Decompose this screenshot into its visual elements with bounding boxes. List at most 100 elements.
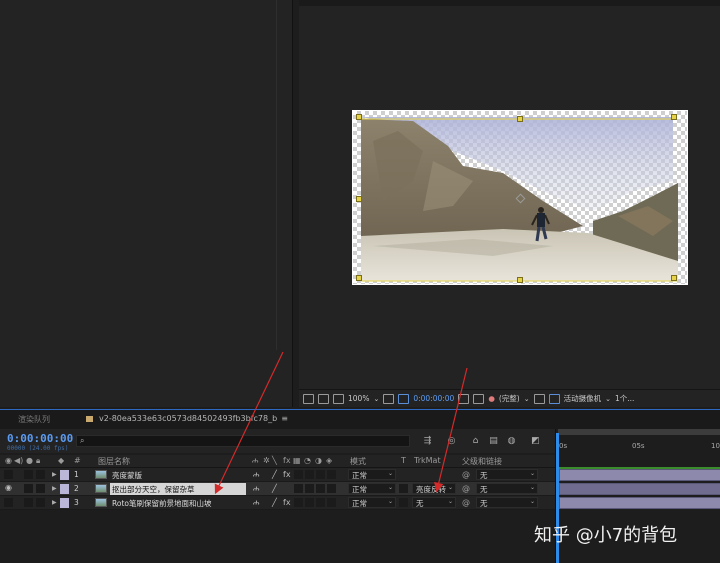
visibility-toggle[interactable] xyxy=(4,470,13,479)
mode-dropdown[interactable]: 正常 ⌄ xyxy=(348,483,396,494)
quality-switch-icon[interactable]: ╱ xyxy=(272,484,277,493)
mask-visibility-icon[interactable] xyxy=(398,393,410,404)
layer-duration-bar[interactable] xyxy=(559,483,720,495)
camera-select[interactable]: 活动摄像机 xyxy=(564,393,602,404)
column-layer-name[interactable]: 图层名称 xyxy=(98,456,130,467)
mode-dropdown[interactable]: 正常 ⌄ xyxy=(348,497,396,508)
layer-duration-bar[interactable] xyxy=(559,497,720,509)
transform-handle[interactable] xyxy=(356,275,362,281)
parent-pickwhip-icon[interactable]: @ xyxy=(462,498,470,507)
frame-blending-icon[interactable]: ▤ xyxy=(488,436,499,446)
eye-icon[interactable]: ◉ xyxy=(5,456,12,465)
shy-switch-icon[interactable]: ሐ xyxy=(253,470,259,480)
layer-duration-bar[interactable] xyxy=(559,469,720,481)
trkmat-dropdown[interactable]: 无 ⌄ xyxy=(412,497,456,508)
chevron-down-icon[interactable]: ⌄ xyxy=(524,395,530,403)
frame-blend-switch[interactable] xyxy=(294,498,303,507)
label-color-swatch[interactable] xyxy=(60,470,69,480)
composition-frame[interactable] xyxy=(352,110,688,285)
frame-blend-switch[interactable] xyxy=(294,470,303,479)
expand-triangle-icon[interactable]: ▶ xyxy=(52,471,57,478)
eye-icon[interactable]: ◉ xyxy=(5,483,12,492)
zoom-select[interactable]: 100% xyxy=(348,394,369,403)
parent-dropdown[interactable]: 无 ⌄ xyxy=(476,469,538,480)
visibility-toggle[interactable] xyxy=(4,498,13,507)
label-tag-icon[interactable]: ◆ xyxy=(58,456,64,465)
vr-goggles-icon[interactable] xyxy=(333,393,344,404)
solo-toggle[interactable] xyxy=(24,470,33,479)
region-of-interest-icon[interactable] xyxy=(533,393,545,404)
transform-handle[interactable] xyxy=(671,275,677,281)
3d-switch[interactable] xyxy=(327,484,336,493)
snapshot-camera-icon[interactable] xyxy=(458,393,470,404)
transform-handle[interactable] xyxy=(517,116,523,122)
layer-row[interactable]: ▶ 3 Roto笔刷保留前景地面和山坡 ሐ ╱ fx 正常 ⌄ 无 ⌄ @ 无 ⌄ xyxy=(0,496,555,510)
parent-pickwhip-icon[interactable]: @ xyxy=(462,484,470,493)
column-trkmat[interactable]: TrkMat xyxy=(414,456,441,465)
adjustment-switch[interactable] xyxy=(316,484,325,493)
solo-icon[interactable]: ● xyxy=(26,456,33,465)
quality-switch-icon[interactable]: ╱ xyxy=(272,498,277,507)
chevron-down-icon[interactable]: ⌄ xyxy=(373,395,379,403)
fx-switch-icon[interactable]: fx xyxy=(283,498,291,507)
current-time-display[interactable]: 0:00:00:00 xyxy=(7,432,73,445)
motion-blur-switch[interactable] xyxy=(305,484,314,493)
always-preview-icon[interactable] xyxy=(303,393,314,404)
motion-blur-switch[interactable] xyxy=(305,498,314,507)
transparency-grid-icon[interactable] xyxy=(548,393,560,404)
tab-render-queue[interactable]: 渲染队列 xyxy=(18,414,50,425)
safe-area-icon[interactable] xyxy=(383,393,395,404)
lock-toggle[interactable] xyxy=(36,470,45,479)
3d-switch[interactable] xyxy=(327,470,336,479)
shy-layers-icon[interactable]: ⌂ xyxy=(470,436,481,446)
parent-dropdown[interactable]: 无 ⌄ xyxy=(476,483,538,494)
transform-handle[interactable] xyxy=(671,114,677,120)
expand-triangle-icon[interactable]: ▶ xyxy=(52,485,57,492)
panel-splitter[interactable] xyxy=(276,0,277,350)
frame-blend-switch[interactable] xyxy=(294,484,303,493)
transform-handle[interactable] xyxy=(517,277,523,283)
layer-name-edit-field[interactable]: 抠出部分天空，保留杂草 xyxy=(110,483,246,495)
motion-blur-switch[interactable] xyxy=(305,470,314,479)
layer-search-input[interactable]: ⌕ xyxy=(76,435,410,447)
draft-3d-icon[interactable]: ◎ xyxy=(446,436,457,446)
lock-toggle[interactable] xyxy=(36,484,45,493)
viewer-timecode[interactable]: 0:00:00:00 xyxy=(413,394,454,403)
composition-mini-flowchart-icon[interactable]: ⇶ xyxy=(422,436,433,446)
label-color-swatch[interactable] xyxy=(60,484,69,494)
layer-name[interactable]: Roto笔刷保留前景地面和山坡 xyxy=(110,497,214,509)
graph-editor-icon[interactable]: ◩ xyxy=(530,436,541,446)
audio-icon[interactable]: ◀) xyxy=(14,456,23,465)
preserve-transparency-toggle[interactable] xyxy=(399,484,408,493)
column-mode[interactable]: 模式 xyxy=(350,456,366,467)
quality-switch-icon[interactable]: ╱ xyxy=(272,470,277,479)
3d-switch[interactable] xyxy=(327,498,336,507)
parent-pickwhip-icon[interactable]: @ xyxy=(462,470,470,479)
mode-dropdown[interactable]: 正常 ⌄ xyxy=(348,469,396,480)
tab-composition[interactable]: v2-80ea533e63c0573d84502493fb3bfc78_b ≡ xyxy=(86,414,288,423)
solo-toggle[interactable] xyxy=(24,484,33,493)
fx-switch-icon[interactable]: fx xyxy=(283,470,291,479)
transform-handle[interactable] xyxy=(356,196,362,202)
layer-name[interactable]: 亮度蒙版 xyxy=(110,469,144,481)
monitor-icon[interactable] xyxy=(318,393,329,404)
label-color-swatch[interactable] xyxy=(60,498,69,508)
preserve-transparency-toggle[interactable] xyxy=(399,498,408,507)
parent-dropdown[interactable]: 无 ⌄ xyxy=(476,497,538,508)
views-select[interactable]: 1个... xyxy=(615,393,634,404)
lock-toggle[interactable] xyxy=(36,498,45,507)
shy-switch-icon[interactable]: ሐ xyxy=(253,498,259,508)
shy-switch-icon[interactable]: ሐ xyxy=(253,484,259,494)
chevron-down-icon[interactable]: ⌄ xyxy=(605,395,611,403)
layer-row[interactable]: ▶ 1 亮度蒙版 ሐ ╱ fx 正常 ⌄ @ 无 ⌄ xyxy=(0,468,555,482)
channel-rgb-icon[interactable]: ● xyxy=(488,394,495,403)
tab-menu-icon[interactable]: ≡ xyxy=(281,414,288,423)
transform-handle[interactable] xyxy=(356,114,362,120)
resolution-select[interactable]: (完整) xyxy=(499,393,520,404)
motion-blur-icon[interactable]: ◍ xyxy=(506,436,517,446)
solo-toggle[interactable] xyxy=(24,498,33,507)
layer-row[interactable]: ◉ ▶ 2 抠出部分天空，保留杂草 ሐ ╱ 正常 ⌄ 亮度反转 ⌄ @ 无 ⌄ xyxy=(0,482,555,496)
adjustment-switch[interactable] xyxy=(316,498,325,507)
expand-triangle-icon[interactable]: ▶ xyxy=(52,499,57,506)
time-ruler[interactable]: 0s 05s 10 xyxy=(556,440,720,458)
